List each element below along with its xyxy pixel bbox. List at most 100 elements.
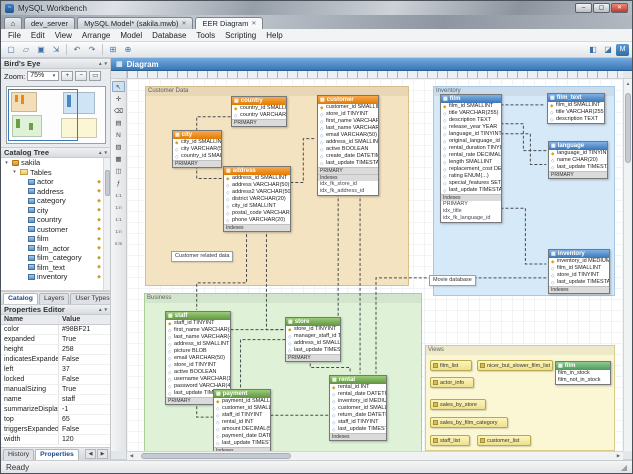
- table-header[interactable]: ▦film: [441, 95, 501, 103]
- mysql-logo-icon[interactable]: M: [616, 44, 629, 56]
- save-model-icon[interactable]: ▣: [34, 43, 48, 56]
- vertical-scrollbar[interactable]: ▲: [623, 79, 632, 451]
- tab-scroll-right-icon[interactable]: ▶: [97, 449, 108, 459]
- catalog-panel-header[interactable]: Catalog Tree ▴▾: [1, 147, 110, 158]
- table-inventory[interactable]: ▦inventory◆inventory_id MEDIUMINT◇film_i…: [548, 249, 610, 294]
- tree-table-address[interactable]: address◆: [1, 187, 110, 197]
- table-header[interactable]: ▦rental: [330, 376, 386, 384]
- new-document-icon[interactable]: ▢: [4, 43, 18, 56]
- horizontal-scrollbar[interactable]: ◀ ▶: [127, 451, 623, 460]
- catalog-tree-scrollbar[interactable]: [103, 158, 110, 290]
- redo-icon[interactable]: ↷: [85, 43, 99, 56]
- image-tool[interactable]: ▨: [112, 141, 125, 152]
- scrollbar-thumb[interactable]: [141, 453, 291, 459]
- expand-icon[interactable]: ▾: [104, 307, 107, 313]
- rel-1-1-non-identifying-tool[interactable]: 1:1: [112, 189, 125, 200]
- table-header[interactable]: ▦inventory: [549, 250, 609, 258]
- tree-table-film-actor[interactable]: film_actor◆: [1, 244, 110, 254]
- properties-panel-header[interactable]: Properties Editor ▴▾: [1, 304, 110, 315]
- table-header[interactable]: ▦customer: [318, 96, 378, 104]
- table-country[interactable]: ▦country◆country_id SMALLINT◇country VAR…: [231, 96, 287, 127]
- property-row-color[interactable]: color#98BF21: [1, 325, 110, 335]
- table-film[interactable]: ▦film◆film_id SMALLINT◇title VARCHAR(255…: [440, 94, 502, 223]
- table-tool[interactable]: ▦: [112, 153, 125, 164]
- home-tab[interactable]: ⌂: [4, 17, 22, 29]
- layer-tool[interactable]: ▤: [112, 117, 125, 128]
- tree-table-inventory[interactable]: inventory◆: [1, 272, 110, 282]
- note-customer-related-data[interactable]: Customer related data: [171, 251, 233, 262]
- property-row-triggersexpanded[interactable]: triggersExpandedFalse: [1, 425, 110, 435]
- property-row-locked[interactable]: lockedFalse: [1, 375, 110, 385]
- zoom-select[interactable]: 75% ▼: [27, 71, 59, 81]
- tree-table-actor[interactable]: actor◆: [1, 177, 110, 187]
- rel-n-m-identifying-tool[interactable]: n:m: [112, 237, 125, 248]
- tree-expander-icon[interactable]: ▾: [3, 160, 10, 166]
- scroll-left-icon[interactable]: ◀: [127, 452, 136, 460]
- table-header[interactable]: ▦store: [286, 318, 340, 326]
- app-tab-dev-server[interactable]: dev_server: [24, 17, 75, 29]
- close-button[interactable]: ✕: [611, 3, 628, 13]
- property-row-height[interactable]: height258: [1, 345, 110, 355]
- tree-table-film[interactable]: film◆: [1, 234, 110, 244]
- birdseye-minimap[interactable]: [6, 86, 106, 144]
- tree-table-film-text[interactable]: film_text◆: [1, 263, 110, 273]
- property-row-summarizedisplay[interactable]: summarizeDisplay-1: [1, 405, 110, 415]
- view-nicer-but-slower-film-list[interactable]: nicer_but_slower_film_list: [477, 360, 553, 371]
- tab-layers[interactable]: Layers: [39, 293, 69, 304]
- cursor-tool[interactable]: ↖: [112, 81, 125, 92]
- new-diagram-icon[interactable]: ⊞: [106, 43, 120, 56]
- app-tab-eer-diagram[interactable]: EER Diagram✕: [195, 17, 263, 29]
- note-movie-database[interactable]: Movie database: [429, 275, 476, 286]
- menu-tools[interactable]: Tools: [191, 29, 220, 42]
- menu-scripting[interactable]: Scripting: [220, 29, 261, 42]
- scroll-right-icon[interactable]: ▶: [614, 452, 623, 460]
- collapse-icon[interactable]: ▴: [99, 307, 102, 313]
- table-store[interactable]: ▦store◆store_id TINYINT◇manager_staff_id…: [285, 317, 341, 362]
- tree-table-customer[interactable]: customer◆: [1, 225, 110, 235]
- tree-folder-tables[interactable]: ▾Tables: [1, 168, 110, 178]
- property-row-width[interactable]: width120: [1, 435, 110, 445]
- rel-1-n-non-identifying-tool[interactable]: 1:n: [112, 201, 125, 212]
- app-tab-mysql-model-sakila-mwb[interactable]: MySQL Model* (sakila.mwb)✕: [77, 17, 193, 29]
- table-header[interactable]: ▦language: [549, 142, 607, 150]
- export-icon[interactable]: ⇲: [49, 43, 63, 56]
- tree-table-category[interactable]: category◆: [1, 196, 110, 206]
- tab-scroll-left-icon[interactable]: ◀: [85, 449, 96, 459]
- close-tab-icon[interactable]: ✕: [251, 20, 256, 27]
- view-customer-list[interactable]: customer_list: [477, 435, 531, 446]
- scroll-up-icon[interactable]: ▲: [624, 79, 632, 88]
- undo-icon[interactable]: ↶: [70, 43, 84, 56]
- birdseye-panel-header[interactable]: Bird's Eye ▴▾: [1, 58, 110, 69]
- maximize-button[interactable]: ▢: [593, 3, 610, 13]
- menu-database[interactable]: Database: [147, 29, 191, 42]
- resize-grip[interactable]: ◢: [621, 463, 627, 472]
- routine-group-tool[interactable]: ƒ: [112, 177, 125, 188]
- view-sales-by-film-category[interactable]: sales_by_film_category: [430, 417, 508, 428]
- view-sales-by-store[interactable]: sales_by_store: [430, 399, 486, 410]
- table-header[interactable]: ▦city: [173, 131, 221, 139]
- zoom-fit-button[interactable]: ▭: [89, 71, 101, 81]
- table-header[interactable]: ▦address: [224, 167, 290, 175]
- table-customer[interactable]: ▦customer◆customer_id SMALLINT◇store_id …: [317, 95, 379, 196]
- tab-user-types[interactable]: User Types: [70, 293, 111, 304]
- property-row-manualsizing[interactable]: manualSizingTrue: [1, 385, 110, 395]
- view-tool[interactable]: ◫: [112, 165, 125, 176]
- eraser-tool[interactable]: ⌫: [112, 105, 125, 116]
- table-city[interactable]: ▦city◆city_id SMALLINT◇city VARCHAR(50)◇…: [172, 130, 222, 168]
- tree-root-sakila[interactable]: ▾sakila: [1, 158, 110, 168]
- property-row-indicatesexpanded[interactable]: indicatesExpandedFalse: [1, 355, 110, 365]
- table-header[interactable]: ▦staff: [166, 312, 230, 320]
- property-row-left[interactable]: left37: [1, 365, 110, 375]
- tree-table-film-category[interactable]: film_category◆: [1, 253, 110, 263]
- scrollbar-thumb[interactable]: [625, 93, 631, 163]
- tab-catalog[interactable]: Catalog: [3, 293, 38, 304]
- expand-icon[interactable]: ▾: [104, 61, 107, 67]
- tree-expander-icon[interactable]: ▾: [11, 169, 18, 175]
- table-header[interactable]: ▦country: [232, 97, 286, 105]
- tab-properties[interactable]: Properties: [35, 449, 79, 460]
- expand-icon[interactable]: ▾: [104, 150, 107, 156]
- toggle-sidebar-icon[interactable]: ◧: [586, 43, 600, 56]
- table-language[interactable]: ▦language◆language_id TINYINT◇name CHAR(…: [548, 141, 608, 179]
- view-film-list[interactable]: film_list: [430, 360, 472, 371]
- table-payment[interactable]: ▦payment◆payment_id SMALLINT◇customer_id…: [213, 389, 271, 451]
